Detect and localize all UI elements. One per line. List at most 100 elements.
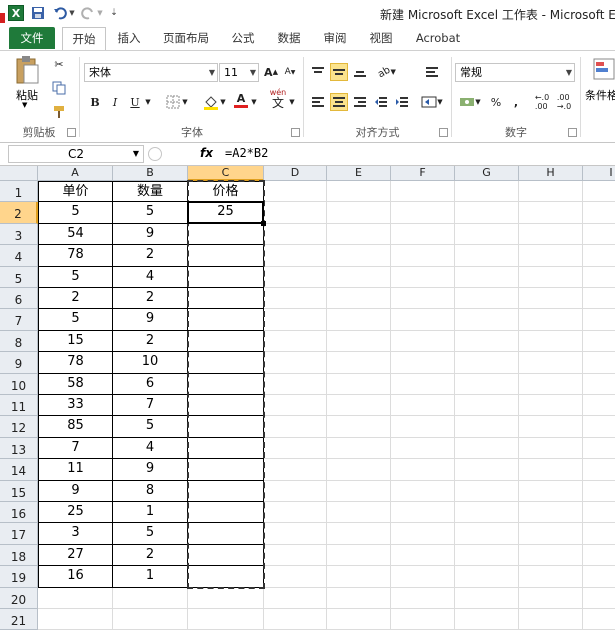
cell-f20[interactable] (391, 587, 455, 609)
cell-e15[interactable] (327, 480, 391, 502)
row-header[interactable]: 17 (0, 523, 38, 545)
cell-a9[interactable]: 78 (38, 352, 113, 374)
cell-i11[interactable] (583, 395, 615, 417)
row-header[interactable]: 3 (0, 223, 38, 246)
column-header-i[interactable]: I (583, 166, 615, 181)
cell-a2[interactable]: 5 (38, 202, 113, 224)
row-header[interactable]: 4 (0, 245, 38, 267)
spreadsheet-grid[interactable]: A B C D E F G H I 1 单价 数量 价格 2 5 5 25 3 54 9 4 78 2 5 5 4 6 2 2 7 5 9 8 1… (0, 166, 615, 631)
cell-f13[interactable] (391, 437, 455, 460)
cell-b9[interactable]: 10 (113, 352, 188, 374)
cell-d4[interactable] (264, 245, 327, 267)
cell-h4[interactable] (519, 245, 583, 267)
cell-c12[interactable] (188, 416, 264, 438)
cell-g7[interactable] (455, 309, 519, 331)
percent-button[interactable]: % (487, 93, 505, 111)
cell-e2[interactable] (327, 202, 391, 224)
column-header-a[interactable]: A (38, 166, 113, 181)
cell-a3[interactable]: 54 (38, 223, 113, 246)
cell-d11[interactable] (264, 395, 327, 417)
row-header[interactable]: 15 (0, 480, 38, 502)
row-header[interactable]: 18 (0, 544, 38, 567)
cell-b12[interactable]: 5 (113, 416, 188, 438)
phonetic-dropdown-icon[interactable]: ▼ (288, 93, 296, 111)
borders-icon[interactable] (164, 93, 182, 111)
fill-handle[interactable] (261, 220, 266, 226)
cell-d17[interactable] (264, 523, 327, 545)
cell-i19[interactable] (583, 566, 615, 588)
cell-c11[interactable] (188, 395, 264, 417)
cell-g1[interactable] (455, 181, 519, 203)
column-header-g[interactable]: G (455, 166, 519, 181)
cell-d15[interactable] (264, 480, 327, 502)
cell-f6[interactable] (391, 288, 455, 310)
cell-d13[interactable] (264, 437, 327, 460)
cell-c3[interactable] (188, 223, 264, 246)
font-name-select[interactable]: 宋体 ▼ (84, 63, 218, 82)
cell-a19[interactable]: 16 (38, 566, 113, 588)
cell-b13[interactable]: 4 (113, 437, 188, 460)
cell-b11[interactable]: 7 (113, 395, 188, 417)
undo-dropdown-icon[interactable]: ▼ (68, 5, 76, 21)
cell-f1[interactable] (391, 181, 455, 203)
cell-e7[interactable] (327, 309, 391, 331)
row-header[interactable]: 12 (0, 416, 38, 438)
cell-h20[interactable] (519, 587, 583, 609)
cell-d14[interactable] (264, 459, 327, 481)
insert-function-icon[interactable]: fx (200, 146, 213, 160)
font-color-icon[interactable]: A (232, 91, 250, 109)
underline-button[interactable]: U (126, 93, 144, 111)
cell-i21[interactable] (583, 609, 615, 631)
cell-g19[interactable] (455, 566, 519, 588)
save-icon[interactable] (31, 5, 45, 21)
cell-b8[interactable]: 2 (113, 330, 188, 353)
cell-e18[interactable] (327, 544, 391, 567)
cell-g9[interactable] (455, 352, 519, 374)
cell-g21[interactable] (455, 609, 519, 631)
cell-a10[interactable]: 58 (38, 373, 113, 395)
cell-a17[interactable]: 3 (38, 523, 113, 545)
redo-icon[interactable] (80, 5, 96, 21)
paste-dropdown-icon[interactable]: ▼ (22, 101, 27, 109)
increase-indent-icon[interactable] (393, 93, 411, 111)
conditional-formatting-label[interactable]: 条件格 (585, 87, 615, 103)
tab-home[interactable]: 开始 (62, 27, 106, 52)
cell-g2[interactable] (455, 202, 519, 224)
cell-d10[interactable] (264, 373, 327, 395)
cell-f4[interactable] (391, 245, 455, 267)
cell-e20[interactable] (327, 587, 391, 609)
cell-e21[interactable] (327, 609, 391, 631)
cell-g8[interactable] (455, 330, 519, 353)
cell-a4[interactable]: 78 (38, 245, 113, 267)
cell-h8[interactable] (519, 330, 583, 353)
font-color-dropdown-icon[interactable]: ▼ (250, 93, 258, 111)
cell-g16[interactable] (455, 502, 519, 524)
cell-g15[interactable] (455, 480, 519, 502)
cell-h18[interactable] (519, 544, 583, 567)
shrink-font-button[interactable]: A ▼ (281, 63, 299, 81)
cell-f16[interactable] (391, 502, 455, 524)
undo-icon[interactable] (52, 5, 68, 21)
cell-b17[interactable]: 5 (113, 523, 188, 545)
underline-dropdown-icon[interactable]: ▼ (144, 93, 152, 111)
cell-b14[interactable]: 9 (113, 459, 188, 481)
cell-h15[interactable] (519, 480, 583, 502)
align-top-icon[interactable] (309, 63, 327, 81)
bold-button[interactable]: B (86, 93, 104, 111)
cell-g5[interactable] (455, 266, 519, 288)
cell-e9[interactable] (327, 352, 391, 374)
cell-i7[interactable] (583, 309, 615, 331)
cell-e10[interactable] (327, 373, 391, 395)
cell-c16[interactable] (188, 502, 264, 524)
cell-i10[interactable] (583, 374, 615, 395)
cell-e11[interactable] (327, 395, 391, 417)
cell-b6[interactable]: 2 (113, 288, 188, 310)
cell-e1[interactable] (327, 181, 391, 203)
clipboard-launcher-icon[interactable] (67, 128, 76, 137)
cell-f21[interactable] (391, 609, 455, 631)
cell-d20[interactable] (264, 587, 327, 609)
font-launcher-icon[interactable] (291, 128, 300, 137)
cell-g17[interactable] (455, 523, 519, 545)
cell-h6[interactable] (519, 288, 583, 310)
cell-e6[interactable] (327, 288, 391, 310)
